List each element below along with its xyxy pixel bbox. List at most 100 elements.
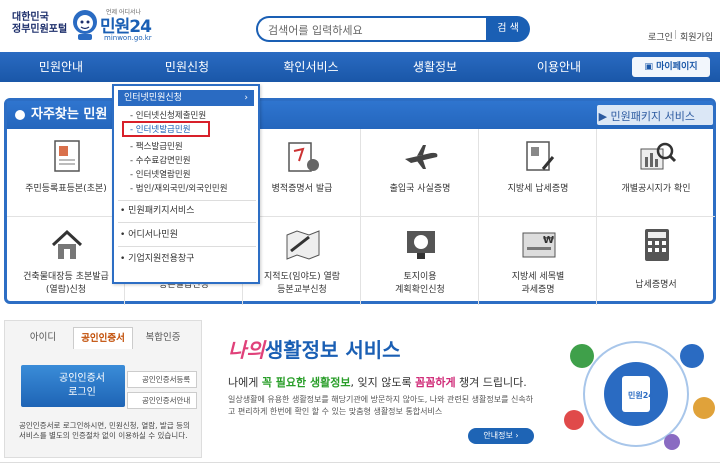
- service-label-line2: 계획확인신청: [395, 285, 445, 295]
- dropdown-sub-label: 인터넷열람민원: [135, 170, 191, 180]
- life-info-illustration-icon: 민원24: [564, 341, 715, 450]
- service-label-line1: 지적도(임야도) 열람: [263, 272, 341, 282]
- apply-dropdown-menu: 인터넷민원신청 › - 인터넷신청제출민원 - 인터넷발급민원 - 팩스발급민원…: [112, 84, 260, 284]
- service-cell[interactable]: ₩ 지방세 세목별 과세증명: [479, 217, 597, 305]
- life-sub-mid: , 잊지 않도록: [350, 376, 416, 389]
- dropdown-sub-item[interactable]: - 인터넷열람민원: [130, 169, 191, 181]
- service-cell[interactable]: 납세증명서: [597, 217, 715, 305]
- nav-item-usage[interactable]: 이용안내: [504, 52, 614, 82]
- guide-info-button[interactable]: 안내정보 ›: [468, 428, 534, 444]
- cert-guide-label: 공인인증서안내: [142, 396, 191, 405]
- tab-combined-login[interactable]: 복합인증: [133, 327, 193, 349]
- cert-btn-line1: 공인인증서: [59, 373, 105, 384]
- chevron-right-icon: ›: [244, 93, 248, 103]
- service-cell[interactable]: 출입국 사실증명: [361, 129, 479, 217]
- service-label: 병적증명서 발급: [271, 184, 333, 194]
- util-divider: |: [674, 30, 678, 40]
- search-button[interactable]: 검 색: [486, 16, 530, 42]
- land-price-icon: [640, 142, 677, 170]
- service-label-line1: 건축물대장등 초본발급: [23, 272, 109, 282]
- service-label: 지적도(임야도) 열람등본교부신청: [243, 271, 361, 297]
- dropdown-sub-label: 팩스발급민원: [135, 142, 183, 152]
- cert-register-button[interactable]: 공인인증서등록: [127, 371, 197, 388]
- tax-card-icon: ₩: [522, 232, 556, 258]
- life-sub-green: 꼭 필요한 생활정보: [261, 376, 351, 389]
- military-cert-icon: [288, 142, 319, 172]
- dropdown-divider: [118, 246, 256, 247]
- tab-id-login[interactable]: 아이디: [13, 327, 73, 349]
- service-label-line1: 토지이용: [403, 272, 437, 282]
- life-info-subtitle: 나에게 꼭 필요한 생활정보, 잊지 않도록 꼼꼼하게 챙겨 드립니다.: [228, 374, 527, 390]
- package-service-link[interactable]: ▶ 민원패키지 서비스: [599, 108, 695, 124]
- dropdown-sub-label: 수수료감면민원: [135, 156, 191, 166]
- portal-line2: 정부민원포털: [12, 24, 68, 35]
- service-label: 지방세 납세증명: [507, 184, 569, 194]
- life-sub-post: 챙겨 드립니다.: [455, 376, 527, 389]
- nav-item-guide[interactable]: 민원안내: [6, 52, 116, 82]
- dropdown-main-label: 어디서나민원: [128, 230, 178, 240]
- cert-register-label: 공인인증서등록: [142, 375, 191, 384]
- dropdown-internet-apply[interactable]: 인터넷민원신청 ›: [118, 90, 254, 106]
- mypage-button[interactable]: ▣ 마이페이지: [632, 57, 710, 77]
- dropdown-main-label: 기업지원전용창구: [128, 254, 195, 264]
- service-cell[interactable]: 지적도(임야도) 열람등본교부신청: [243, 217, 361, 305]
- illustration-label: 민원24: [628, 390, 654, 400]
- nav-item-apply[interactable]: 민원신청: [132, 52, 242, 82]
- dropdown-main-item[interactable]: • 민원패키지서비스: [120, 204, 194, 218]
- portal-logo-text[interactable]: 대한민국 정부민원포털: [12, 12, 67, 36]
- life-title-nai: 나의: [228, 338, 265, 362]
- map-icon: [286, 230, 320, 260]
- service-label: 토지이용계획확인신청: [361, 271, 479, 297]
- mascot-logo-icon[interactable]: [70, 6, 100, 42]
- service-cell[interactable]: 건축물대장등 초본발급 (열람)신청: [7, 217, 125, 305]
- cert-login-button[interactable]: 공인인증서 로그인: [21, 365, 125, 407]
- login-note: 공인인증서로 로그인하시면, 민원신청, 열람, 발급 등의 서비스를 별도의 …: [19, 421, 190, 440]
- airplane-icon: [405, 145, 438, 169]
- main-nav: 민원안내 민원신청 확인서비스 생활정보 이용안내 ▣ 마이페이지: [0, 52, 720, 82]
- dropdown-sub-label: 인터넷발급민원: [135, 125, 191, 135]
- service-cell[interactable]: 주민등록표등본(초본): [7, 129, 125, 217]
- cert-guide-button[interactable]: 공인인증서안내: [127, 392, 197, 409]
- dropdown-divider: [118, 200, 256, 201]
- bullet-icon: [15, 110, 25, 120]
- dropdown-sub-label: 인터넷신청제출민원: [135, 111, 207, 121]
- dropdown-main-item[interactable]: • 기업지원전용창구: [120, 252, 194, 266]
- service-label-line2: 등본교부신청: [277, 285, 327, 295]
- dropdown-sub-item-highlighted[interactable]: - 인터넷발급민원: [130, 124, 191, 136]
- nav-item-life-info[interactable]: 생활정보: [380, 52, 490, 82]
- tab-cert-login[interactable]: 공인인증서: [73, 327, 133, 349]
- land-plan-icon: [407, 231, 435, 259]
- service-label: 지방세 세목별 과세증명: [479, 271, 597, 297]
- dropdown-sub-item[interactable]: - 법인/재외국민/외국인민원: [130, 183, 228, 195]
- dropdown-main-item[interactable]: • 어디서나민원: [120, 228, 178, 242]
- dropdown-head-label: 인터넷민원신청: [124, 93, 182, 103]
- service-cell[interactable]: 토지이용계획확인신청: [361, 217, 479, 305]
- life-sub-pink: 꼼꼼하게: [415, 376, 456, 389]
- service-label: 출입국 사실증명: [389, 184, 451, 194]
- signup-link[interactable]: 회원가입: [680, 30, 713, 43]
- life-sub-pre: 나에게: [228, 376, 262, 389]
- dropdown-sub-item[interactable]: - 팩스발급민원: [130, 141, 183, 153]
- service-label: 주민등록표등본(초본): [25, 184, 107, 194]
- life-info-description: 일상생활에 유용한 생활정보를 해당기관에 방문하지 않아도, 나와 관련된 생…: [228, 395, 534, 416]
- dropdown-sub-item[interactable]: - 수수료감면민원: [130, 155, 191, 167]
- life-title-rest: 생활정보 서비스: [264, 338, 401, 362]
- dropdown-main-label: 민원패키지서비스: [128, 206, 195, 216]
- login-link[interactable]: 로그인: [648, 30, 673, 43]
- life-info-title: 나의생활정보 서비스: [228, 334, 401, 363]
- svg-text:₩: ₩: [543, 235, 554, 246]
- dropdown-divider: [118, 222, 256, 223]
- life-info-panel: 나의생활정보 서비스 나에게 꼭 필요한 생활정보, 잊지 않도록 꼼꼼하게 챙…: [212, 320, 720, 458]
- login-panel: 아이디 공인인증서 복합인증 공인인증서 로그인 공인인증서등록 공인인증서안내…: [4, 320, 202, 458]
- service-label: 개별공시지가 확인: [621, 184, 691, 194]
- service-cell[interactable]: 지방세 납세증명: [479, 129, 597, 217]
- nav-item-verify[interactable]: 확인서비스: [256, 52, 366, 82]
- service-label: 건축물대장등 초본발급 (열람)신청: [7, 271, 125, 297]
- header: 대한민국 정부민원포털 언제 어디서나 민원24 minwon.go.kr 검색…: [0, 0, 720, 52]
- service-cell[interactable]: 개별공시지가 확인: [597, 129, 715, 217]
- resident-doc-icon: [54, 140, 80, 172]
- search-input[interactable]: 검색어를 입력하세요: [256, 16, 488, 42]
- logo-url: minwon.go.kr: [104, 34, 152, 42]
- service-cell[interactable]: 병적증명서 발급: [243, 129, 361, 217]
- cert-btn-line2: 로그인: [68, 387, 96, 398]
